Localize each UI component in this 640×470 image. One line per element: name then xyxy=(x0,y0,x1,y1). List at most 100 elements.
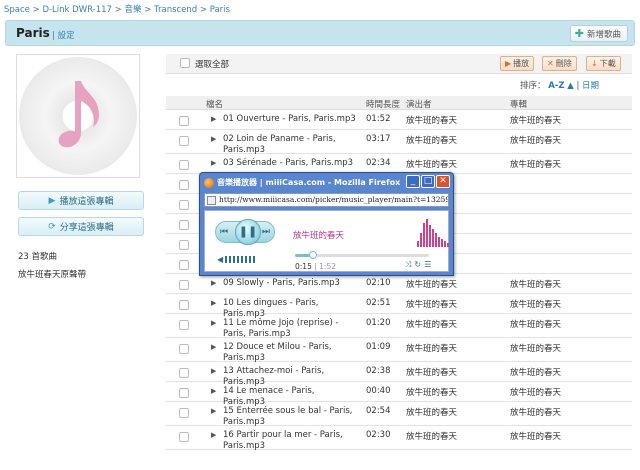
play-label: 播放 xyxy=(513,59,530,68)
now-playing-title: 放牛班的春天 xyxy=(293,231,345,241)
table-row[interactable]: ▶ 13 Attachez-moi - Paris, Paris.mp3 02:38… xyxy=(166,362,632,387)
play-track-icon[interactable]: ▶ xyxy=(211,367,216,375)
breadcrumb-item[interactable]: D-Link DWR-117 xyxy=(42,5,112,15)
column-header-artist[interactable]: 演出者 xyxy=(406,98,432,110)
track-name: 01 Ouverture - Paris, Paris.mp3 xyxy=(223,114,356,124)
row-checkbox[interactable] xyxy=(179,320,189,330)
close-button[interactable]: ✕ xyxy=(436,175,450,188)
minimize-button[interactable]: _ xyxy=(406,175,420,188)
track-duration: 02:51 xyxy=(366,298,391,308)
speaker-icon: ◀ xyxy=(217,255,224,264)
play-track-icon[interactable]: ▶ xyxy=(211,319,216,327)
table-row[interactable]: ▶ 14 Le menace - Paris, Paris.mp3 00:40 放牛班… xyxy=(166,382,632,407)
track-artist: 放牛班的春天 xyxy=(406,116,458,126)
download-icon: ↓ xyxy=(591,59,598,68)
page-title: Paris xyxy=(16,26,50,40)
table-row[interactable]: ▶ 03 Sérénade - Paris, Paris.mp3 02:34 放牛班的… xyxy=(166,154,632,174)
row-checkbox[interactable] xyxy=(179,136,189,146)
column-header-album[interactable]: 專輯 xyxy=(510,98,527,110)
row-checkbox[interactable] xyxy=(179,388,189,398)
breadcrumb-item[interactable]: 音樂 xyxy=(125,5,142,15)
pause-button[interactable]: ❚❚ xyxy=(235,219,261,245)
row-checkbox[interactable] xyxy=(179,408,189,418)
track-album: 放牛班的春天 xyxy=(510,432,562,442)
address-bar[interactable]: http://www.miiicasa.com/picker/music_pla… xyxy=(204,193,449,207)
table-row[interactable]: ▶ 12 Douce et Milou - Paris, Paris.mp3 01:… xyxy=(166,338,632,363)
download-button[interactable]: ↓ 下載 xyxy=(586,56,621,71)
row-checkbox[interactable] xyxy=(179,432,189,442)
row-checkbox[interactable] xyxy=(179,240,189,250)
row-checkbox[interactable] xyxy=(179,280,189,290)
track-album: 放牛班的春天 xyxy=(510,320,562,330)
play-track-icon[interactable]: ▶ xyxy=(211,407,216,415)
column-header-duration[interactable]: 時間長度 xyxy=(366,98,400,110)
row-checkbox[interactable] xyxy=(179,300,189,310)
row-checkbox[interactable] xyxy=(179,260,189,270)
sort-label: 排序： xyxy=(520,81,546,91)
track-album: 放牛班的春天 xyxy=(510,280,562,290)
next-icon[interactable]: ⏭ xyxy=(262,227,270,237)
breadcrumb-item[interactable]: Space xyxy=(4,5,30,15)
row-checkbox[interactable] xyxy=(179,116,189,126)
table-row[interactable]: ▶ 09 Slowly - Paris, Paris.mp3 02:10 放牛班的春天… xyxy=(166,274,632,294)
row-checkbox[interactable] xyxy=(179,368,189,378)
play-track-icon[interactable]: ▶ xyxy=(211,135,216,143)
track-artist: 放牛班的春天 xyxy=(406,300,458,310)
play-track-icon[interactable]: ▶ xyxy=(211,159,216,167)
sort-date[interactable]: 日期 xyxy=(582,81,599,91)
album-header: Paris | 設定 ✚ 新增歌曲 xyxy=(5,20,635,46)
select-all-checkbox[interactable] xyxy=(180,58,190,68)
breadcrumb: Space > D-Link DWR-117 > 音樂 > Transcend … xyxy=(4,3,230,15)
album-page: Space > D-Link DWR-117 > 音樂 > Transcend … xyxy=(0,0,640,470)
play-track-icon[interactable]: ▶ xyxy=(211,431,216,439)
shuffle-icon[interactable]: ⤨ xyxy=(405,260,414,269)
play-track-icon[interactable]: ▶ xyxy=(211,387,216,395)
sort-az[interactable]: A-Z xyxy=(548,81,564,91)
progress-bar[interactable] xyxy=(295,251,429,259)
play-album-label: 播放這張專輯 xyxy=(59,197,114,207)
track-album: 放牛班的春天 xyxy=(510,368,562,378)
track-duration: 02:34 xyxy=(366,158,391,168)
table-row[interactable]: ▶ 02 Loin de Paname - Paris, Paris.mp3 03:… xyxy=(166,130,632,155)
select-all-label: 選取全部 xyxy=(195,60,230,70)
maximize-button[interactable]: □ xyxy=(421,175,435,188)
play-icon: ▶ xyxy=(48,195,56,206)
table-row[interactable]: ▶ 10 Les dingues - Paris, Paris.mp3 02:51 放… xyxy=(166,294,632,319)
track-artist: 放牛班的春天 xyxy=(406,136,458,146)
share-album-button[interactable]: ⟳ 分享這張專輯 xyxy=(18,217,144,236)
bookmark-star-icon[interactable]: ☆ xyxy=(438,194,446,206)
track-artist: 放牛班的春天 xyxy=(406,368,458,378)
volume-control[interactable]: ◀ xyxy=(217,255,256,264)
play-track-icon[interactable]: ▶ xyxy=(211,115,216,123)
play-button[interactable]: ▶ 播放 xyxy=(500,56,535,71)
play-track-icon[interactable]: ▶ xyxy=(211,343,216,351)
previous-icon[interactable]: ⏮ xyxy=(220,227,228,237)
row-checkbox[interactable] xyxy=(179,344,189,354)
plus-icon: ✚ xyxy=(574,27,584,40)
edit-link[interactable]: | 設定 xyxy=(52,29,75,41)
row-checkbox[interactable] xyxy=(179,200,189,210)
table-row[interactable]: ▶ 01 Ouverture - Paris, Paris.mp3 01:52 放牛班… xyxy=(166,110,632,130)
play-track-icon[interactable]: ▶ xyxy=(211,279,216,287)
track-name: 16 Partir pour la mer - Paris, Paris.mp3 xyxy=(223,430,343,451)
table-row[interactable]: ▶ 11 Le môme Jojo (reprise) - Paris, Pari… xyxy=(166,314,632,339)
track-artist: 放牛班的春天 xyxy=(406,320,458,330)
playlist-icon[interactable]: ☰ xyxy=(424,260,434,269)
row-checkbox[interactable] xyxy=(179,220,189,230)
delete-button[interactable]: ✕ 刪除 xyxy=(542,56,577,71)
progress-knob[interactable] xyxy=(308,251,317,259)
repeat-icon[interactable]: ↻ xyxy=(414,260,424,269)
play-icon: ▶ xyxy=(505,59,512,68)
track-album: 放牛班的春天 xyxy=(510,160,562,170)
play-album-button[interactable]: ▶ 播放這張專輯 xyxy=(18,191,144,210)
breadcrumb-item[interactable]: Transcend xyxy=(154,5,197,15)
table-row[interactable]: ▶ 16 Partir pour la mer - Paris, Paris.mp… xyxy=(166,426,632,451)
player-mode-icons: ⤨↻☰ xyxy=(405,260,434,270)
add-song-button[interactable]: ✚ 新增歌曲 xyxy=(569,25,628,42)
column-header-name[interactable]: 檔名 xyxy=(206,98,223,110)
row-checkbox[interactable] xyxy=(179,180,189,190)
play-track-icon[interactable]: ▶ xyxy=(211,299,216,307)
table-row[interactable]: ▶ 15 Enterrée sous le bal - Paris, Paris.… xyxy=(166,402,632,427)
row-checkbox[interactable] xyxy=(179,160,189,170)
window-title: 音樂播放器 | miiiCasa.com - Mozilla Firefox xyxy=(217,178,401,187)
